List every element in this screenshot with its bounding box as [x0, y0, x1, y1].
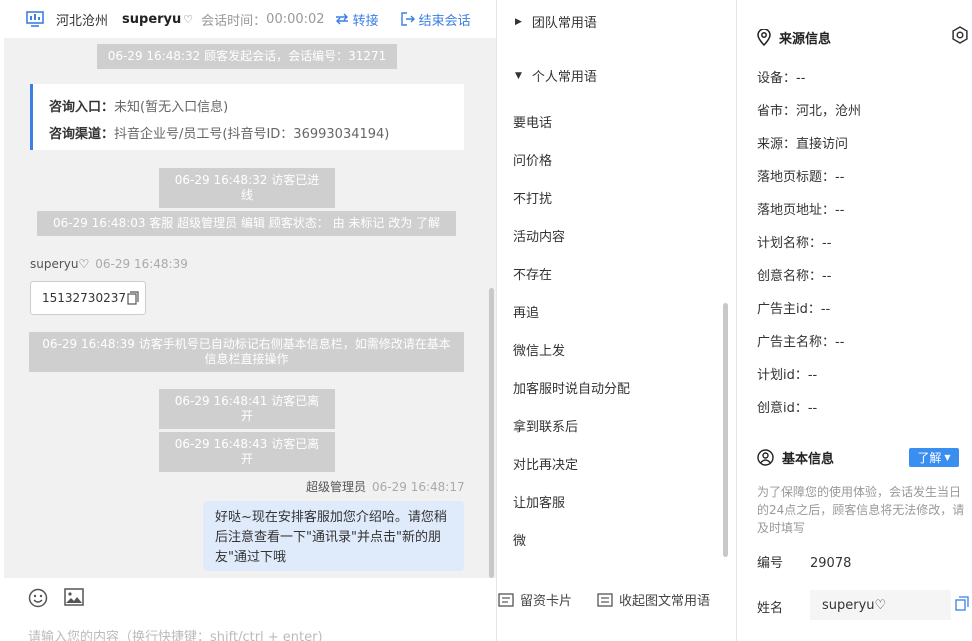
- agent-sender-time: 06-29 16:48:17: [372, 480, 465, 494]
- phone-message[interactable]: 15132730237: [30, 281, 146, 315]
- visitor-username: superyu: [122, 11, 182, 27]
- phrase-item[interactable]: 对比再决定: [513, 454, 578, 473]
- consult-info-card: 咨询入口：未知(暂无入口信息) 咨询渠道：抖音企业号/员工号(抖音号ID：369…: [30, 84, 464, 150]
- source-info-row: 广告主id：--: [757, 302, 831, 317]
- team-phrases-label: 团队常用语: [531, 16, 597, 31]
- phrase-item[interactable]: 让加客服: [513, 492, 565, 511]
- source-info-row: 落地页标题：--: [757, 170, 845, 185]
- end-session-label: 结束会话: [418, 13, 471, 29]
- transfer-button[interactable]: 转接: [335, 10, 379, 29]
- phrase-list[interactable]: 要电话问价格不打扰活动内容不存在再追微信上发加客服时说自动分配 拿到联系后对比再决…: [497, 82, 737, 560]
- visitor-location: 河北沧州: [56, 13, 109, 29]
- phrase-item[interactable]: 微: [513, 530, 526, 549]
- session-time-label: 会话时间：: [201, 13, 267, 29]
- name-label: 姓名: [757, 601, 784, 616]
- phrase-item[interactable]: 不存在: [513, 264, 552, 283]
- consult-channel-label: 咨询渠道：: [49, 127, 115, 142]
- settings-icon[interactable]: [951, 26, 969, 44]
- source-info-row: 落地页地址：--: [757, 203, 845, 218]
- copy-icon[interactable]: [127, 291, 139, 305]
- caret-right-icon: ▶: [515, 16, 522, 27]
- phrase-item[interactable]: 问价格: [513, 150, 552, 169]
- message-input-area[interactable]: 请输入您的内容（换行快捷键：shift/ctrl + enter): [4, 578, 496, 641]
- source-info-row: 设备：--: [757, 71, 806, 86]
- user-circle-icon: [757, 449, 774, 466]
- source-info-row: 计划id：--: [757, 368, 818, 383]
- customer-status-dropdown[interactable]: 了解 ▼: [909, 448, 959, 467]
- phrase-toolbar: 留资卡片 收起图文常用语: [497, 590, 737, 616]
- chat-scrollbar[interactable]: [489, 288, 494, 578]
- id-field: 编号 29078: [757, 552, 851, 571]
- system-message: 06-29 16:48:32 顾客发起会话，会话编号：31271: [97, 44, 397, 69]
- basic-info-title: 基本信息: [782, 452, 835, 467]
- consult-entry: 咨询入口：未知(暂无入口信息): [49, 94, 448, 121]
- system-message: 06-29 16:48:39 访客手机号已自动标记右侧基本信息栏，如需修改请在基…: [29, 332, 464, 372]
- name-input[interactable]: superyu♡: [810, 590, 951, 620]
- id-label: 编号: [757, 556, 784, 571]
- agent-sender: 超级管理员 06-29 16:48:17: [306, 478, 465, 495]
- system-message: 06-29 16:48:03 客服 超级管理员 编辑 顾客状态： 由 未标记 改…: [37, 211, 456, 236]
- lead-card-button[interactable]: 留资卡片: [498, 590, 572, 609]
- heart-icon: ♡: [183, 12, 194, 26]
- chat-panel: 河北沧州 superyu ♡ 会话时间： 00:00:02 转接 结束会话 06…: [4, 0, 496, 641]
- source-info-row: 省市：河北，沧州: [757, 104, 862, 119]
- session-time-value: 00:00:02: [266, 11, 325, 27]
- exit-icon: [400, 12, 415, 26]
- system-message: 06-29 16:48:43 访客已离开: [159, 432, 335, 472]
- phrase-item[interactable]: 拿到联系后: [513, 416, 578, 435]
- system-message: 06-29 16:48:32 访客已进线: [159, 168, 335, 208]
- edit-notice: 为了保障您的使用体验，会话发生当日的24点之后，顾客信息将无法修改，请及时填写: [757, 485, 965, 535]
- phrase-item[interactable]: 不打扰: [513, 188, 552, 207]
- transfer-icon: [335, 13, 348, 25]
- image-icon[interactable]: [64, 588, 84, 606]
- source-info-row: 创意名称：--: [757, 269, 832, 284]
- collapse-phrases-button[interactable]: 收起图文常用语: [597, 590, 710, 609]
- source-info-header: 来源信息: [757, 28, 831, 47]
- agent-sender-name: 超级管理员: [306, 480, 367, 494]
- transfer-label: 转接: [352, 13, 379, 29]
- chat-header: 河北沧州 superyu ♡ 会话时间： 00:00:02 转接 结束会话: [4, 0, 496, 38]
- phrases-panel: ▶ 团队常用语 ▼ 个人常用语 要电话 问价格 不打扰 活动内容 不存在 再追 微信上发 加客服时…: [496, 0, 736, 641]
- source-info-row: 来源：直接访问: [757, 137, 849, 152]
- team-phrases-group[interactable]: ▶ 团队常用语: [515, 12, 597, 31]
- source-info-row: 创意id：--: [757, 401, 818, 416]
- message-icon: [597, 592, 613, 607]
- phrase-item[interactable]: 微信上发: [513, 340, 565, 359]
- consult-entry-value: 未知(暂无入口信息): [114, 100, 229, 115]
- message-input-placeholder[interactable]: 请输入您的内容（换行快捷键：shift/ctrl + enter): [28, 626, 323, 641]
- consult-channel-value: 抖音企业号/员工号(抖音号ID：36993034194): [114, 127, 390, 142]
- phrase-scrollbar[interactable]: [723, 303, 728, 557]
- lead-card-label: 留资卡片: [520, 594, 573, 609]
- dropdown-caret-icon: ▼: [944, 453, 951, 462]
- customer-info-panel: 来源信息 设备：-- 省市：河北，沧州 来源：直接访问 落地页标题：-- 落地页地址：-…: [736, 0, 972, 641]
- monitor-icon: [26, 11, 44, 27]
- basic-info-header: 基本信息: [757, 448, 834, 467]
- source-info-title: 来源信息: [779, 32, 832, 47]
- caret-down-icon: ▼: [515, 70, 522, 81]
- consult-entry-label: 咨询入口：: [49, 100, 115, 115]
- collapse-phrases-label: 收起图文常用语: [619, 594, 711, 609]
- consult-channel: 咨询渠道：抖音企业号/员工号(抖音号ID：36993034194): [49, 121, 448, 148]
- copy-icon[interactable]: [955, 596, 969, 611]
- phone-number: 15132730237: [42, 291, 126, 305]
- visitor-sender-name: superyu♡: [30, 257, 90, 271]
- chat-workspace: 河北沧州 superyu ♡ 会话时间： 00:00:02 转接 结束会话 06…: [0, 0, 972, 641]
- phrase-item[interactable]: 加客服时说自动分配: [513, 378, 630, 397]
- end-session-button[interactable]: 结束会话: [400, 10, 471, 29]
- phrase-item[interactable]: 活动内容: [513, 226, 565, 245]
- id-value: 29078: [810, 556, 852, 571]
- card-icon: [498, 592, 514, 607]
- emoji-icon[interactable]: [28, 588, 48, 608]
- agent-message-bubble: 好哒~现在安排客服加您介绍哈。请您稍后注意查看一下"通讯录"并点击"新的朋友"通…: [203, 501, 464, 571]
- phrase-item[interactable]: 要电话: [513, 112, 552, 131]
- source-info-row: 计划名称：--: [757, 236, 832, 251]
- location-pin-icon: [757, 29, 771, 46]
- system-message: 06-29 16:48:41 访客已离开: [159, 389, 335, 429]
- customer-status-value: 了解: [917, 451, 942, 465]
- message-list[interactable]: 06-29 16:48:32 顾客发起会话，会话编号：31271 咨询入口：未知…: [4, 38, 496, 578]
- visitor-sender: superyu♡ 06-29 16:48:39: [30, 257, 188, 271]
- phrase-item[interactable]: 再追: [513, 302, 539, 321]
- visitor-sender-time: 06-29 16:48:39: [95, 257, 188, 271]
- source-info-row: 广告主名称：--: [757, 335, 845, 350]
